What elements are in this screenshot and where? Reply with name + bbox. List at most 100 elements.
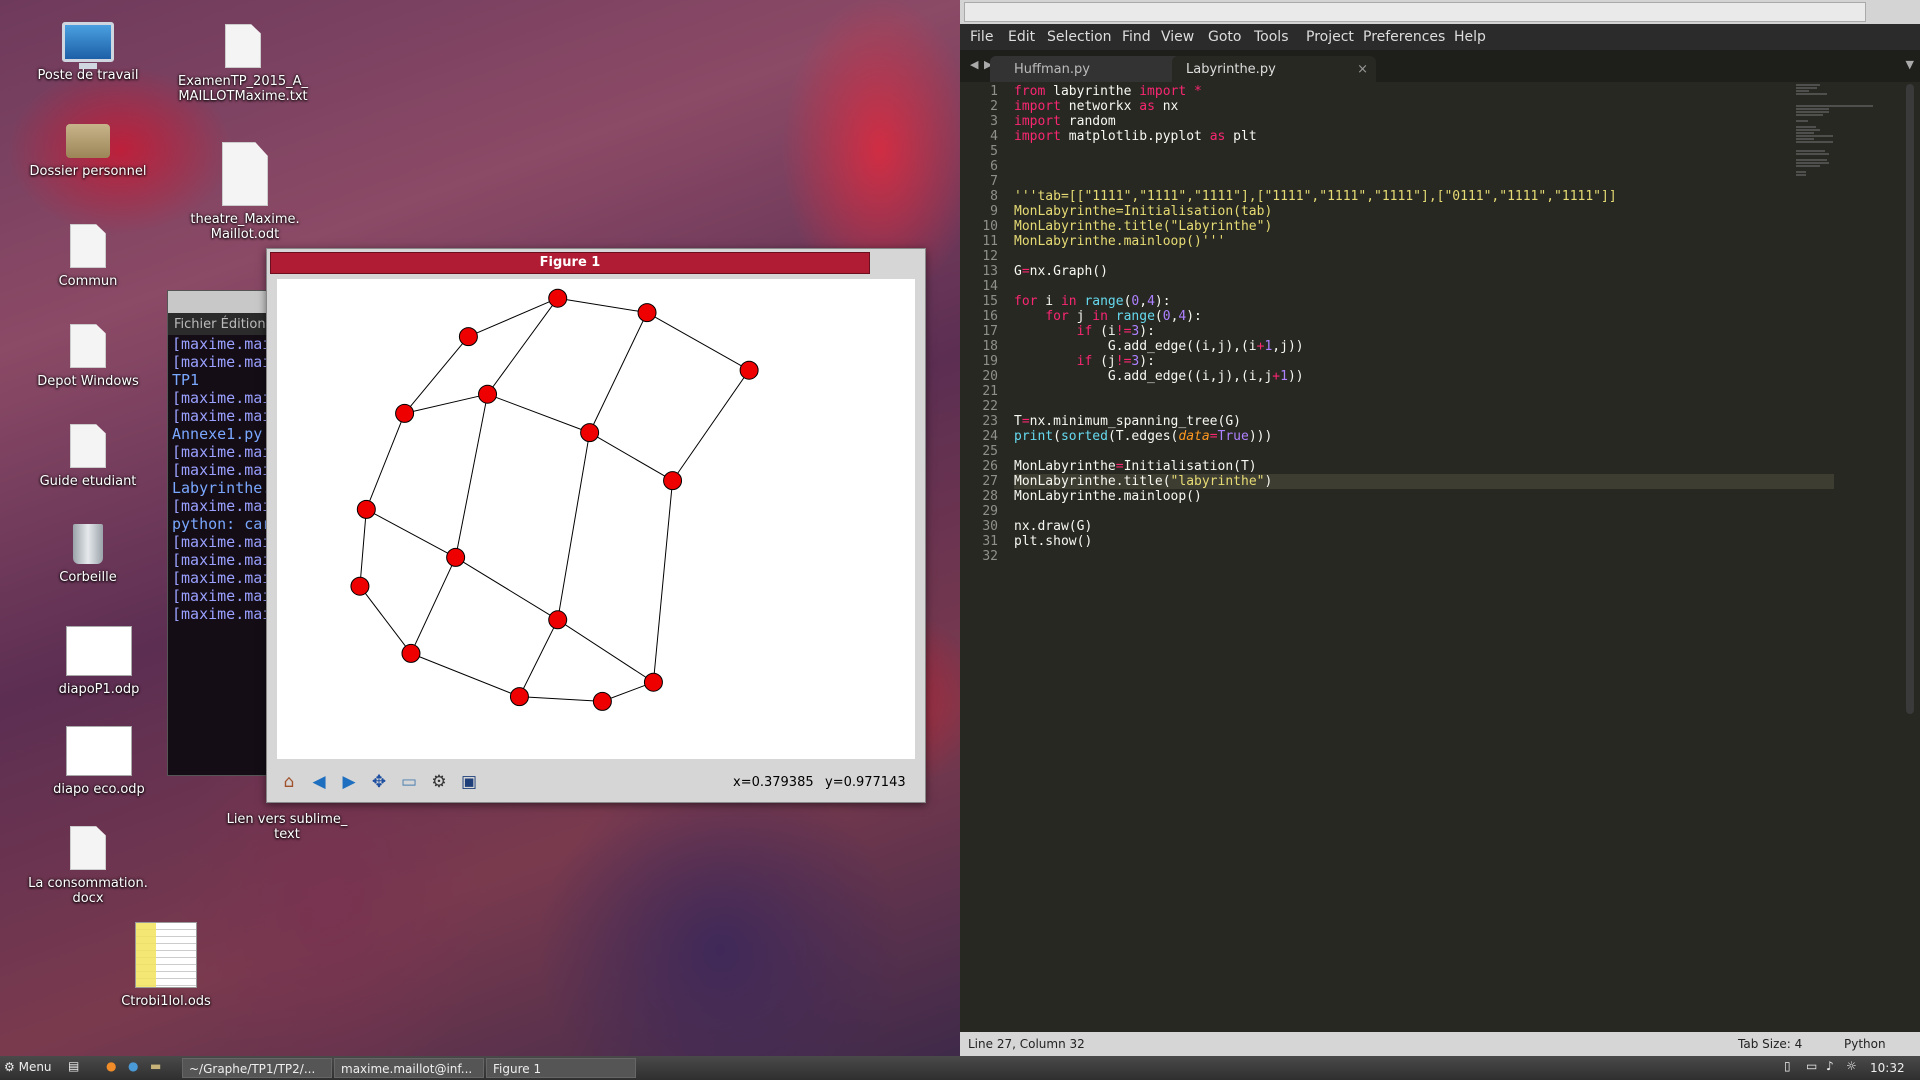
code-line[interactable] (1014, 174, 1834, 189)
code-line[interactable]: for j in range(0,4): (1014, 309, 1834, 324)
code-line[interactable] (1014, 549, 1834, 564)
tab-size-indicator[interactable]: Tab Size: 4 (1738, 1037, 1802, 1051)
code-line[interactable]: print(sorted(T.edges(data=True))) (1014, 429, 1834, 444)
code-line[interactable]: MonLabyrinthe.title("labyrinthe") (1014, 474, 1834, 489)
code-line[interactable]: plt.show() (1014, 534, 1834, 549)
firefox-icon[interactable]: ● (106, 1059, 116, 1073)
code-line[interactable] (1014, 504, 1834, 519)
code-line[interactable]: import random (1014, 114, 1834, 129)
menu-goto[interactable]: Goto (1208, 29, 1241, 45)
terminal-launcher-icon[interactable]: ▤ (68, 1059, 79, 1073)
code-line[interactable]: MonLabyrinthe.mainloop() (1014, 489, 1834, 504)
desktop-icon-sublime-link[interactable]: Lien vers sublime_ text (222, 812, 352, 842)
terminal-menubar[interactable]: Fichier Édition (168, 313, 278, 335)
code-line[interactable]: MonLabyrinthe=Initialisation(T) (1014, 459, 1834, 474)
code-line[interactable]: G=nx.Graph() (1014, 264, 1834, 279)
graph-edge (672, 369, 750, 481)
code-editor[interactable]: from labyrinthe import * import networkx … (1014, 84, 1834, 564)
task-figure[interactable]: Figure 1 (486, 1058, 636, 1078)
graph-edge (404, 336, 469, 414)
menu-preferences[interactable]: Preferences (1363, 29, 1445, 45)
code-line[interactable]: G.add_edge((i,j),(i+1,j)) (1014, 339, 1834, 354)
display-icon[interactable]: ▭ (1806, 1059, 1817, 1073)
menu-button[interactable]: ⚙ Menu (4, 1060, 52, 1074)
terminal-titlebar[interactable] (168, 291, 278, 313)
tab-dropdown-icon[interactable]: ▼ (1906, 58, 1914, 71)
code-line[interactable]: MonLabyrinthe.mainloop()''' (1014, 234, 1834, 249)
browser-icon[interactable]: ● (128, 1059, 138, 1073)
task-terminal[interactable]: maxime.maillot@inf... (334, 1058, 484, 1078)
graph-edge (589, 312, 648, 433)
clock[interactable]: 10:32 (1870, 1061, 1905, 1075)
volume-icon[interactable]: ♪ (1826, 1059, 1834, 1073)
desktop-icon-guide[interactable]: Guide etudiant (23, 424, 153, 489)
zoom-icon[interactable]: ▭ (397, 770, 421, 794)
updates-icon[interactable]: ☼ (1846, 1059, 1857, 1073)
desktop-icon-consommation[interactable]: La consommation. docx (23, 826, 153, 906)
code-line[interactable]: import matplotlib.pyplot as plt (1014, 129, 1834, 144)
code-line[interactable] (1014, 444, 1834, 459)
close-icon[interactable]: × (1357, 62, 1368, 77)
menu-project[interactable]: Project (1306, 29, 1354, 45)
task-file-manager[interactable]: ~/Graphe/TP1/TP2/... (182, 1058, 332, 1078)
menu-edit[interactable]: Edit (1008, 29, 1035, 45)
code-line[interactable]: G.add_edge((i,j),(i,j+1)) (1014, 369, 1834, 384)
line-number: 4 (990, 129, 998, 144)
code-line[interactable] (1014, 279, 1834, 294)
desktop-icon-diapop1[interactable]: diapoP1.odp (34, 626, 164, 697)
pan-icon[interactable]: ✥ (367, 770, 391, 794)
figure-window[interactable]: Figure 1 ⌂ ◀ ▶ ✥ ▭ ⚙ ▣ x=0.379385 y=0.97… (266, 248, 926, 803)
plot-canvas[interactable] (277, 279, 915, 759)
figure-titlebar[interactable]: Figure 1 (270, 252, 870, 274)
desktop-icon-poste[interactable]: Poste de travail (23, 22, 153, 83)
code-line[interactable]: MonLabyrinthe.title("Labyrinthe") (1014, 219, 1834, 234)
docx-file-icon (70, 826, 106, 870)
minimap[interactable] (1796, 84, 1906, 176)
code-line[interactable]: from labyrinthe import * (1014, 84, 1834, 99)
menu-help[interactable]: Help (1454, 29, 1486, 45)
code-line[interactable]: nx.draw(G) (1014, 519, 1834, 534)
desktop-icon-diapoeco[interactable]: diapo eco.odp (34, 726, 164, 797)
desktop-icon-theatre[interactable]: theatre_Maxime. Maillot.odt (180, 142, 310, 242)
code-line[interactable]: MonLabyrinthe=Initialisation(tab) (1014, 204, 1834, 219)
vertical-scrollbar[interactable] (1906, 84, 1914, 714)
desktop-icon-examen[interactable]: ExamenTP_2015_A_ MAILLOTMaxime.txt (178, 24, 308, 104)
forward-icon[interactable]: ▶ (337, 770, 361, 794)
graph-plot[interactable] (277, 279, 915, 759)
terminal-window[interactable]: Fichier Édition [maxime.mai [maxime.mai TP… (167, 290, 279, 776)
desktop-icon-corbeille[interactable]: Corbeille (23, 524, 153, 585)
configure-icon[interactable]: ⚙ (427, 770, 451, 794)
desktop-icon-ctrobi[interactable]: Ctrobi1lol.ods (101, 922, 231, 1009)
tab-huffman[interactable]: Huffman.py × (990, 56, 1198, 82)
sublime-titlebar[interactable] (960, 0, 1920, 24)
menu-selection[interactable]: Selection (1047, 29, 1112, 45)
code-line[interactable]: '''tab=[["1111","1111","1111"],["1111","… (1014, 189, 1834, 204)
code-line[interactable]: import networkx as nx (1014, 99, 1834, 114)
syntax-indicator[interactable]: Python (1844, 1037, 1886, 1051)
file-manager-icon[interactable]: ▬ (150, 1059, 161, 1073)
code-line[interactable] (1014, 384, 1834, 399)
sublime-window[interactable]: File Edit Selection Find View Goto Tools… (960, 0, 1920, 1056)
desktop-icon-commun[interactable]: Commun (23, 224, 153, 289)
code-line[interactable]: T=nx.minimum_spanning_tree(G) (1014, 414, 1834, 429)
code-line[interactable] (1014, 249, 1834, 264)
menu-file[interactable]: File (970, 29, 993, 45)
code-line[interactable] (1014, 159, 1834, 174)
menu-view[interactable]: View (1161, 29, 1194, 45)
menu-find[interactable]: Find (1122, 29, 1151, 45)
code-line[interactable]: for i in range(0,4): (1014, 294, 1834, 309)
desktop-icon-dossier[interactable]: Dossier personnel (23, 124, 153, 179)
code-line[interactable] (1014, 144, 1834, 159)
home-icon[interactable]: ⌂ (277, 770, 301, 794)
network-icon[interactable]: ▯ (1784, 1059, 1791, 1073)
save-icon[interactable]: ▣ (457, 770, 481, 794)
desktop-icon-depot[interactable]: Depot Windows (23, 324, 153, 389)
trash-icon (73, 524, 103, 564)
code-line[interactable]: if (j!=3): (1014, 354, 1834, 369)
tab-labyrinthe[interactable]: Labyrinthe.py × (1172, 56, 1376, 82)
tab-prev-icon[interactable]: ◀ (970, 58, 978, 71)
code-line[interactable]: if (i!=3): (1014, 324, 1834, 339)
code-line[interactable] (1014, 399, 1834, 414)
back-icon[interactable]: ◀ (307, 770, 331, 794)
menu-tools[interactable]: Tools (1254, 29, 1289, 45)
